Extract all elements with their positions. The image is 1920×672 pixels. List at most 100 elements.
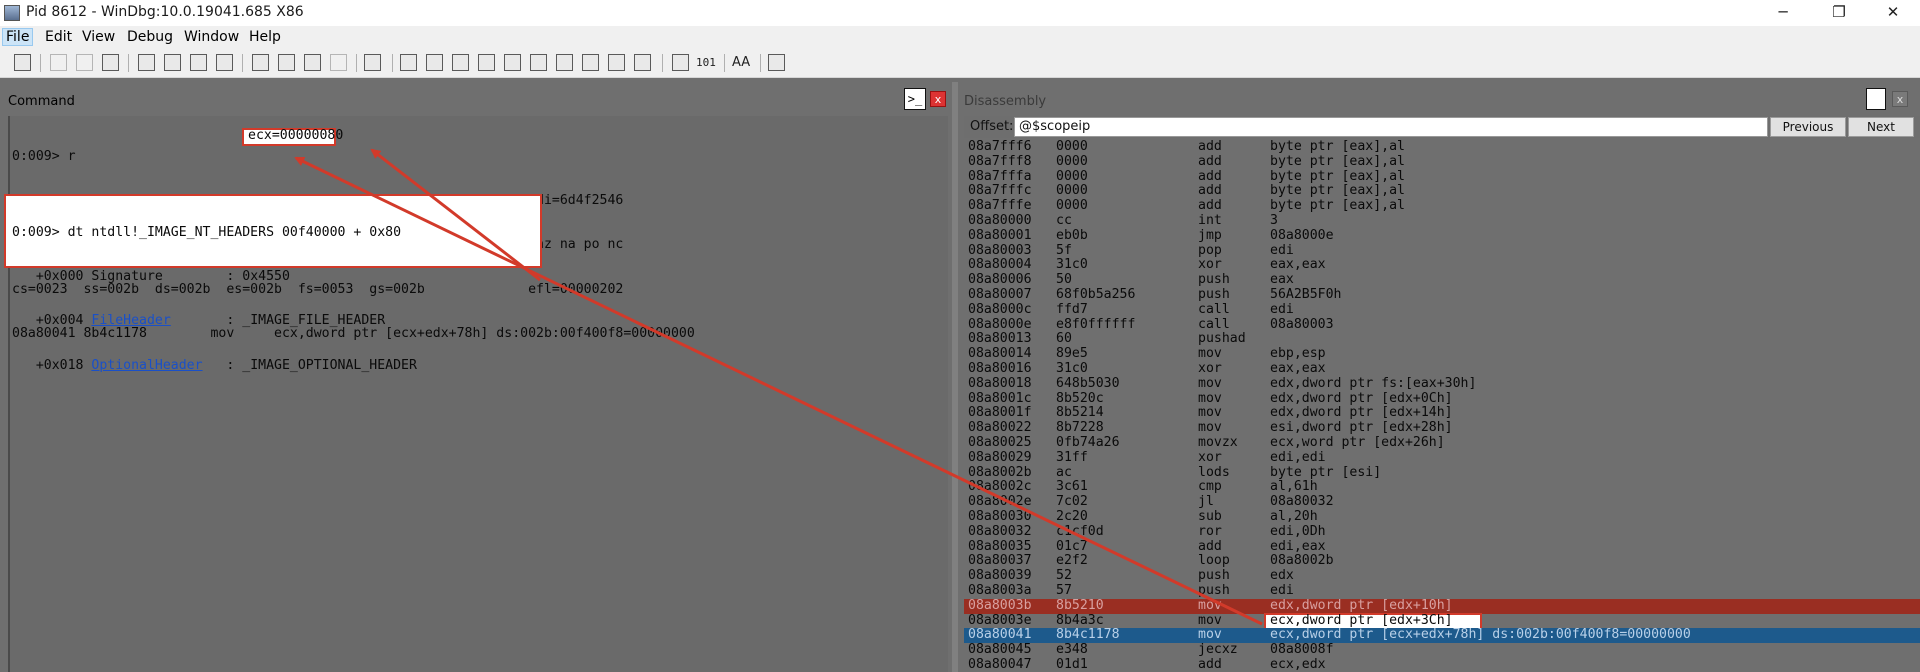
shell-icon[interactable]: >_ [904, 88, 926, 110]
instruction-bytes: 648b5030 [1056, 375, 1120, 391]
restart-icon[interactable] [164, 54, 181, 71]
previous-button[interactable]: Previous [1770, 117, 1846, 137]
go-icon[interactable] [138, 54, 155, 71]
close-command-pane-button[interactable]: x [930, 91, 946, 107]
options-icon[interactable] [768, 54, 785, 71]
disassembly-row[interactable]: 08a80013 60 pushad [964, 332, 1920, 347]
instruction-mnemonic: xor [1198, 361, 1222, 376]
disassembly-row[interactable]: 08a8001c 8b520c mov edx,dword ptr [edx+0Ch] [964, 390, 1920, 407]
disassembly-row[interactable]: 08a8000c ffd7 call edi [964, 302, 1920, 318]
hand-icon[interactable] [364, 54, 381, 71]
disassembly-row[interactable]: 08a8002e 7c02 jl 08a80032 [964, 494, 1920, 510]
next-button[interactable]: Next [1848, 117, 1914, 137]
disassembly-row[interactable]: 08a80001 eb0b jmp 08a8000e [964, 228, 1920, 244]
instruction-bytes: 8b7228 [1056, 420, 1104, 436]
restore-button[interactable]: ❐ [1816, 0, 1862, 26]
menu-debug[interactable]: Debug [124, 28, 176, 46]
locals-window-icon[interactable] [452, 54, 469, 71]
instruction-address: 08a8003e [968, 612, 1032, 628]
disassembly-row[interactable]: 08a80037 e2f2 loop 08a8002b [964, 554, 1920, 569]
disassembly-listing[interactable]: 08a7fff6 0000 add byte ptr [eax],al 08a7fff8… [964, 139, 1920, 672]
disassembly-row[interactable]: 08a8003b 8b5210 mov edx,dword ptr [edx+10h] [964, 598, 1920, 614]
menu-file[interactable]: File [2, 28, 34, 46]
run-to-cursor-icon[interactable] [330, 54, 347, 71]
pane-splitter[interactable] [952, 82, 958, 672]
font-icon[interactable]: AA [732, 54, 754, 71]
disassembly-row[interactable]: 08a80045 e348 jecxz 08a8008f [964, 642, 1920, 658]
disassembly-row[interactable]: 08a8003e 8b4a3c mov ecx,dword ptr [edx+3Ch] [964, 612, 1920, 630]
instruction-bytes: 2c20 [1056, 509, 1088, 524]
disassembly-pane-title: Disassembly [964, 94, 1047, 109]
dt-output: 0:009> dt ntdll!_IMAGE_NT_HEADERS 00f400… [12, 196, 417, 403]
disassembly-row[interactable]: 08a8002c 3c61 cmp al,61h [964, 480, 1920, 495]
break-icon[interactable] [216, 54, 233, 71]
step-into-icon[interactable] [252, 54, 269, 71]
offset-input[interactable]: @$scopeip [1014, 117, 1768, 137]
instruction-address: 08a8001f [968, 405, 1032, 421]
menu-window[interactable]: Window [181, 28, 242, 46]
disassembly-row[interactable]: 08a80007 68f0b5a256 push 56A2B5F0h [964, 287, 1920, 303]
step-out-icon[interactable] [304, 54, 321, 71]
instruction-mnemonic: mov [1198, 390, 1222, 406]
disassembly-row[interactable]: 08a80016 31c0 xor eax,eax [964, 361, 1920, 377]
menu-help[interactable]: Help [246, 28, 284, 46]
menu-view[interactable]: View [79, 28, 118, 46]
instruction-operands: byte ptr [esi] [1270, 464, 1382, 480]
disassembly-window-icon[interactable] [1866, 88, 1886, 110]
call-stack-icon[interactable] [530, 54, 547, 71]
disassembly-row[interactable]: 08a80030 2c20 sub al,20h [964, 509, 1920, 525]
command-browser-icon[interactable] [634, 54, 651, 71]
disassembly-row[interactable]: 08a80018 648b5030 mov edx,dword ptr fs:[eax… [964, 375, 1920, 392]
paste-icon[interactable] [102, 54, 119, 71]
watch-window-icon[interactable] [426, 54, 443, 71]
disassembly-row[interactable]: 08a8000e e8f0ffffff call 08a80003 [964, 317, 1920, 333]
disassembly-row[interactable]: 08a7fffc 0000 add byte ptr [eax],al [964, 184, 1920, 199]
cut-icon[interactable] [50, 54, 67, 71]
open-folder-icon[interactable] [14, 54, 31, 71]
disassembly-row[interactable]: 08a80014 89e5 mov ebp,esp [964, 346, 1920, 362]
disassembly-row[interactable]: 08a8001f 8b5214 mov edx,dword ptr [edx+14h] [964, 406, 1920, 421]
disassembly-window-icon[interactable] [556, 54, 573, 71]
disassembly-row[interactable]: 08a80032 c1cf0d ror edi,0Dh [964, 524, 1920, 540]
optionalheader-link[interactable]: OptionalHeader [91, 358, 202, 373]
disassembly-row[interactable]: 08a80022 8b7228 mov esi,dword ptr [edx+28h] [964, 420, 1920, 436]
disassembly-row[interactable]: 08a80025 0fb74a26 movzx ecx,word ptr [edx+2… [964, 435, 1920, 451]
instruction-operands: 08a80032 [1270, 494, 1334, 510]
disassembly-row[interactable]: 08a80004 31c0 xor eax,eax [964, 258, 1920, 273]
copy-icon[interactable] [76, 54, 93, 71]
source-mode-icon[interactable] [672, 54, 689, 71]
command-output[interactable]: 0:009> r eax=00000000 ebx=00000000 ecx=0… [4, 116, 948, 672]
disassembly-row[interactable]: 08a80039 52 push edx [964, 568, 1920, 584]
disassembly-row[interactable]: 08a7fff6 0000 add byte ptr [eax],al [964, 139, 1920, 155]
disassembly-row[interactable]: 08a8002b ac lods byte ptr [esi] [964, 464, 1920, 481]
disassembly-row[interactable]: 08a80047 01d1 add ecx,edx [964, 657, 1920, 672]
disassembly-row[interactable]: 08a7fffe 0000 add byte ptr [eax],al [964, 198, 1920, 214]
hex-columns-icon[interactable]: 101 [696, 54, 718, 71]
instruction-operands: 08a8008f [1270, 642, 1334, 658]
instruction-bytes: 01d1 [1056, 657, 1088, 672]
instruction-address: 08a80014 [968, 346, 1032, 362]
registers-window-icon[interactable] [478, 54, 495, 71]
command-window-icon[interactable] [400, 54, 417, 71]
scratch-pad-icon[interactable] [582, 54, 599, 71]
disassembly-row[interactable]: 08a80029 31ff xor edi,edi [964, 450, 1920, 466]
instruction-address: 08a80013 [968, 331, 1032, 347]
disassembly-row[interactable]: 08a7fff8 0000 add byte ptr [eax],al [964, 154, 1920, 170]
disassembly-row[interactable]: 08a80003 5f pop edi [964, 243, 1920, 259]
disassembly-row[interactable]: 08a7fffa 0000 add byte ptr [eax],al [964, 169, 1920, 185]
stop-debugging-icon[interactable] [190, 54, 207, 71]
minimize-button[interactable]: ─ [1760, 0, 1806, 26]
disassembly-row[interactable]: 08a8003a 57 push edi [964, 583, 1920, 599]
close-window-button[interactable]: ✕ [1870, 0, 1916, 26]
disassembly-row[interactable]: 08a80000 cc int 3 [964, 213, 1920, 229]
processes-threads-icon[interactable] [608, 54, 625, 71]
disassembly-row[interactable]: 08a80035 01c7 add edi,eax [964, 539, 1920, 555]
menu-edit[interactable]: Edit [42, 28, 75, 46]
step-over-icon[interactable] [278, 54, 295, 71]
toolbar-separator [662, 54, 663, 72]
close-disassembly-pane-button[interactable]: x [1892, 91, 1908, 107]
disassembly-row[interactable]: 08a80006 50 push eax [964, 272, 1920, 288]
disassembly-row[interactable]: 08a80041 8b4c1178 mov ecx,dword ptr [ecx+ed… [964, 628, 1920, 644]
memory-window-icon[interactable] [504, 54, 521, 71]
fileheader-link[interactable]: FileHeader [91, 313, 170, 328]
